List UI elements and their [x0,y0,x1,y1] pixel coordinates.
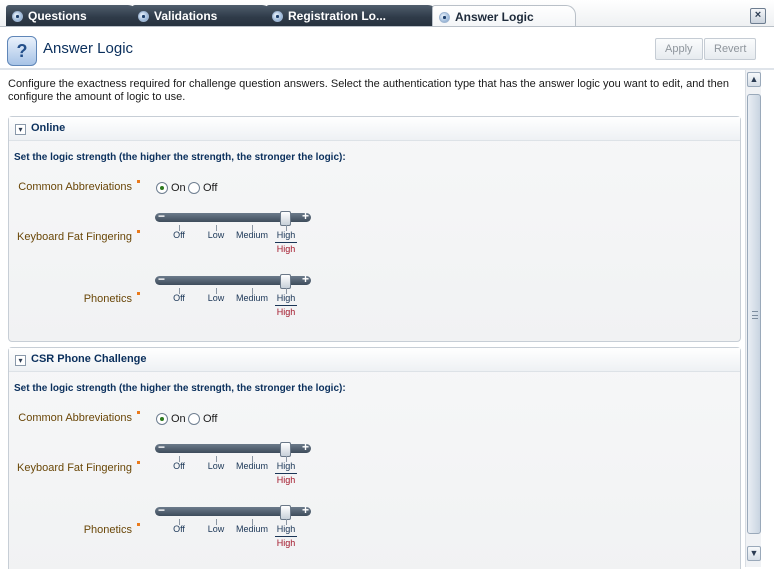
validations-icon [138,11,149,22]
section-csr-title: CSR Phone Challenge [31,353,147,365]
minus-icon[interactable]: − [158,273,165,285]
slider-level-high: High [276,293,296,303]
slider-level-off: Off [173,461,185,471]
intro-text: Configure the exactness required for cha… [8,78,729,103]
required-icon [137,180,140,183]
close-icon[interactable]: × [750,8,766,24]
slider-level-low: Low [207,461,225,471]
keyboard-fat-fingering-slider[interactable]: − + Off Low Medium High High [155,210,311,259]
phonetics-value: High [276,307,296,317]
common-abbreviations-label: Common Abbreviations [18,181,132,193]
slider-thumb[interactable] [280,505,291,520]
slider-level-medium: Medium [235,293,269,303]
slider-level-medium: Medium [235,524,269,534]
section-online: ▾ Online Set the logic strength (the hig… [8,116,741,342]
keyboard-fat-fingering-label: Keyboard Fat Fingering [17,231,132,243]
slider-thumb[interactable] [280,274,291,289]
common-abbreviations-on-label: On [171,413,186,425]
vertical-scrollbar[interactable]: ▲ ▼ [745,70,761,567]
plus-icon[interactable]: + [302,273,309,285]
required-icon [137,523,140,526]
common-abbreviations-off-radio[interactable] [188,182,200,194]
slider-value-underline [275,473,297,474]
tab-questions-label: Questions [28,9,87,23]
section-csr-header[interactable]: ▾ CSR Phone Challenge [9,348,740,372]
apply-button[interactable]: Apply [655,38,703,60]
slider-thumb[interactable] [280,442,291,457]
slider-thumb[interactable] [280,211,291,226]
slider-level-low: Low [207,293,225,303]
tab-registration-logic[interactable]: Registration Lo... [266,5,438,27]
common-abbreviations-on-label: On [171,182,186,194]
slider-level-high: High [276,230,296,240]
phonetics-label: Phonetics [83,524,132,536]
content-area: Configure the exactness required for cha… [0,70,745,569]
phonetics-slider[interactable]: − + Off Low Medium High High [155,504,311,553]
tab-questions[interactable]: Questions [6,5,138,27]
page-title: Answer Logic [43,40,134,57]
phonetics-label: Phonetics [83,293,132,305]
keyboard-fat-fingering-label: Keyboard Fat Fingering [17,462,132,474]
tab-answer-logic[interactable]: Answer Logic [432,5,576,27]
registration-logic-icon [272,11,283,22]
slider-level-high: High [276,524,296,534]
minus-icon[interactable]: − [158,441,165,453]
section-csr-subtitle: Set the logic strength (the higher the s… [14,383,346,394]
keyboard-fat-fingering-slider[interactable]: − + Off Low Medium High High [155,441,311,490]
section-csr-phone-challenge: ▾ CSR Phone Challenge Set the logic stre… [8,347,741,569]
revert-button[interactable]: Revert [704,38,757,60]
plus-icon[interactable]: + [302,210,309,222]
answer-logic-page-icon: ? [7,36,37,66]
slider-level-off: Off [173,524,185,534]
answer-logic-icon [439,12,450,23]
required-icon [137,411,140,414]
tab-strip: Questions Validations Registration Lo...… [0,0,774,27]
window-edge [761,70,774,569]
common-abbreviations-off-label: Off [203,182,218,194]
scrollbar-thumb[interactable] [747,94,761,534]
common-abbreviations-off-label: Off [203,413,218,425]
phonetics-slider[interactable]: − + Off Low Medium High High [155,273,311,322]
scroll-down-icon[interactable]: ▼ [747,546,761,561]
slider-level-off: Off [173,293,185,303]
section-online-subtitle: Set the logic strength (the higher the s… [14,152,346,163]
questions-icon [12,11,23,22]
plus-icon[interactable]: + [302,441,309,453]
phonetics-value: High [276,538,296,548]
keyboard-fat-fingering-value: High [276,244,296,254]
scroll-up-icon[interactable]: ▲ [747,72,761,87]
minus-icon[interactable]: − [158,210,165,222]
slider-value-underline [275,536,297,537]
chevron-down-icon[interactable]: ▾ [15,124,26,135]
tab-registration-logic-label: Registration Lo... [288,9,387,23]
slider-level-high: High [276,461,296,471]
common-abbreviations-label: Common Abbreviations [18,412,132,424]
required-icon [137,230,140,233]
required-icon [137,292,140,295]
slider-value-underline [275,242,297,243]
tab-validations-label: Validations [154,9,218,23]
section-online-title: Online [31,122,66,134]
common-abbreviations-on-radio[interactable] [156,182,168,194]
slider-level-low: Low [207,230,225,240]
slider-level-medium: Medium [235,230,269,240]
grip-icon [752,311,758,319]
tab-validations[interactable]: Validations [132,5,272,27]
plus-icon[interactable]: + [302,504,309,516]
slider-level-off: Off [173,230,185,240]
required-icon [137,461,140,464]
keyboard-fat-fingering-value: High [276,475,296,485]
slider-level-low: Low [207,524,225,534]
slider-level-medium: Medium [235,461,269,471]
chevron-down-icon[interactable]: ▾ [15,355,26,366]
slider-value-underline [275,305,297,306]
minus-icon[interactable]: − [158,504,165,516]
common-abbreviations-on-radio[interactable] [156,413,168,425]
common-abbreviations-off-radio[interactable] [188,413,200,425]
tab-answer-logic-label: Answer Logic [455,10,534,24]
section-online-header[interactable]: ▾ Online [9,117,740,141]
